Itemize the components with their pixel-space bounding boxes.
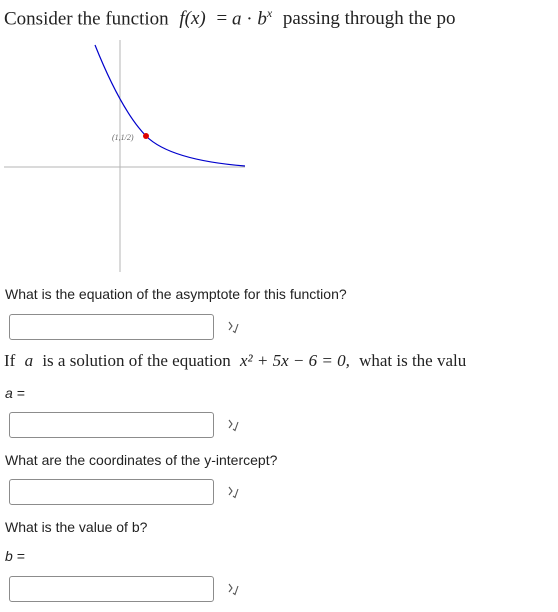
- y-intercept-question: What are the coordinates of the y-interc…: [5, 452, 278, 468]
- equals-sign: =: [216, 8, 228, 30]
- intro-prefix: Consider the function: [4, 8, 169, 30]
- solution-equation: x² + 5x − 6 = 0,: [239, 351, 350, 370]
- b-label: b =: [5, 548, 25, 564]
- math-format-icon[interactable]: [226, 418, 240, 432]
- function-lhs: f(x): [179, 8, 206, 30]
- var-a: a: [231, 8, 242, 30]
- solution-suffix: what is the valu: [359, 351, 467, 370]
- intro-suffix: passing through the po: [282, 8, 456, 30]
- exponent-x: x: [266, 6, 273, 20]
- solution-question: If a is a solution of the equation x² + …: [4, 351, 466, 371]
- function-graph: (1,1/2): [4, 40, 246, 272]
- math-format-icon[interactable]: [226, 320, 240, 334]
- given-point: [143, 133, 149, 139]
- solution-mid: is a solution of the equation: [42, 351, 231, 370]
- a-input[interactable]: [9, 412, 214, 438]
- exponential-curve: [94, 44, 246, 167]
- dot-sign: ·: [246, 8, 253, 30]
- math-format-icon[interactable]: [226, 485, 240, 499]
- intro-line: Consider the function f(x) = a · bx pass…: [4, 6, 455, 30]
- a-label: a =: [5, 385, 25, 401]
- y-intercept-input[interactable]: [9, 479, 214, 505]
- asymptote-question: What is the equation of the asymptote fo…: [5, 286, 347, 302]
- b-input[interactable]: [9, 576, 214, 602]
- solution-prefix: If: [4, 351, 16, 370]
- asymptote-input[interactable]: [9, 314, 214, 340]
- var-b: b: [257, 8, 267, 30]
- b-question: What is the value of b?: [5, 519, 148, 535]
- solution-var: a: [24, 351, 34, 370]
- point-label: (1,1/2): [112, 133, 134, 142]
- math-format-icon[interactable]: [226, 582, 240, 596]
